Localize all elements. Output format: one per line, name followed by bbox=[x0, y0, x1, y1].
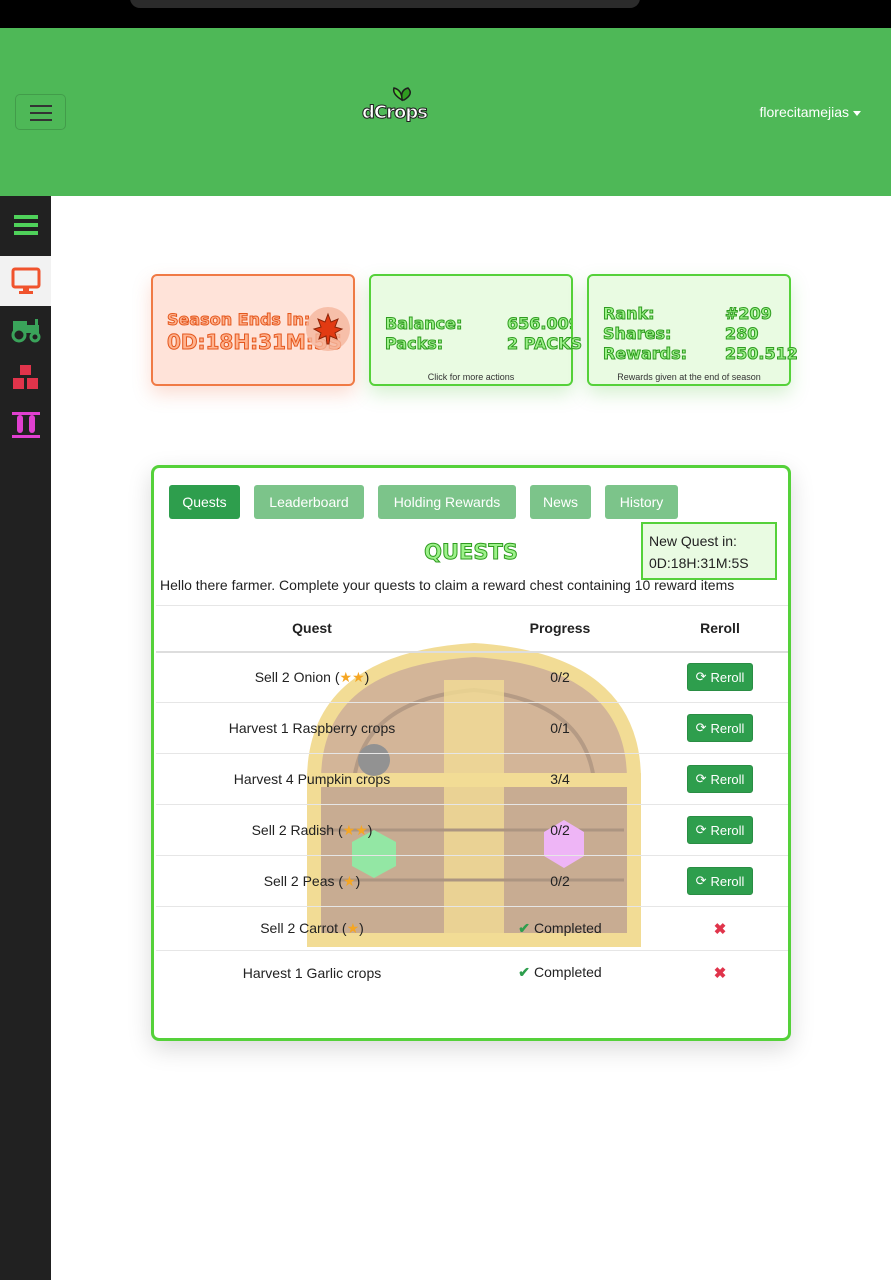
table-row: Harvest 1 Raspberry crops 0/1 ⟳ Reroll bbox=[156, 702, 788, 754]
refresh-icon: ⟳ bbox=[695, 771, 707, 786]
check-icon: ✔ bbox=[518, 920, 531, 936]
reroll-cell: ✖ bbox=[652, 906, 788, 951]
shares-label: Shares: bbox=[602, 324, 672, 344]
new-quest-countdown: 0D:18H:31M:5S bbox=[649, 555, 749, 571]
rewards-value: 250.512 bbox=[725, 344, 799, 364]
status-bar bbox=[0, 0, 891, 28]
browser-pill bbox=[130, 0, 640, 8]
logo-text: dCrops bbox=[362, 102, 429, 124]
balance-value: 656.009 CR bbox=[507, 314, 571, 333]
tab-leaderboard[interactable]: Leaderboard bbox=[254, 485, 364, 519]
reroll-button[interactable]: ⟳ Reroll bbox=[687, 765, 753, 793]
quest-cell: Sell 2 Radish (★★) bbox=[156, 804, 468, 856]
quest-cell: Harvest 1 Raspberry crops bbox=[156, 702, 468, 754]
sidebar-item-lab[interactable] bbox=[0, 400, 51, 450]
quests-panel: Quests Leaderboard Holding Rewards News … bbox=[151, 465, 791, 1041]
packs-label: Packs: bbox=[384, 334, 444, 354]
sidebar-item-menu[interactable] bbox=[0, 200, 51, 250]
quest-cell: Harvest 4 Pumpkin crops bbox=[156, 753, 468, 805]
table-row: Harvest 1 Garlic crops ✔ Completed ✖ bbox=[156, 951, 788, 995]
rewards-label: Rewards: bbox=[602, 344, 688, 364]
reroll-cell: ⟳ Reroll bbox=[652, 753, 788, 805]
table-row: Harvest 4 Pumpkin crops 3/4 ⟳ Reroll bbox=[156, 753, 788, 805]
tab-history[interactable]: History bbox=[605, 485, 678, 519]
rank-label: Rank: bbox=[603, 304, 656, 324]
sidebar-item-warehouse[interactable] bbox=[0, 352, 51, 402]
season-label: Season Ends In: bbox=[166, 310, 311, 330]
refresh-icon: ⟳ bbox=[695, 720, 707, 735]
balance-card[interactable]: Balance: 656.009 CR Packs: 2 PACKS Click… bbox=[369, 274, 583, 386]
logo[interactable]: dCrops bbox=[362, 86, 432, 128]
sidebar-item-dashboard[interactable] bbox=[0, 256, 51, 306]
reroll-cell: ✖ bbox=[652, 951, 788, 995]
reroll-button[interactable]: ⟳ Reroll bbox=[687, 714, 753, 742]
monitor-icon bbox=[11, 267, 40, 294]
balance-note: Click for more actions bbox=[427, 372, 515, 382]
refresh-icon: ⟳ bbox=[695, 873, 707, 888]
new-quest-label: New Quest in: bbox=[649, 533, 737, 549]
menu-toggle-button[interactable] bbox=[15, 94, 66, 130]
progress-cell: 0/1 bbox=[468, 702, 652, 754]
tractor-icon bbox=[11, 319, 40, 343]
reroll-button[interactable]: ⟳ Reroll bbox=[687, 663, 753, 692]
test-tubes-icon bbox=[11, 412, 40, 438]
reroll-cell: ⟳ Reroll bbox=[652, 651, 788, 703]
progress-cell: ✔ Completed bbox=[518, 964, 602, 981]
progress-cell: 0/2 bbox=[468, 804, 652, 856]
tab-news[interactable]: News bbox=[530, 485, 591, 519]
rank-card: Rank: #209 Shares: 280 Rewards: 250.512 … bbox=[587, 274, 798, 386]
reroll-button[interactable]: ⟳ Reroll bbox=[687, 816, 753, 844]
maple-leaf-icon bbox=[306, 307, 350, 351]
refresh-icon: ⟳ bbox=[695, 822, 707, 837]
navbar: dCrops florecitamejias bbox=[0, 28, 891, 196]
progress-cell: ✔ Completed bbox=[468, 906, 652, 951]
quest-cell: Harvest 1 Garlic crops bbox=[242, 964, 382, 981]
close-icon: ✖ bbox=[713, 920, 727, 938]
boxes-icon bbox=[12, 365, 38, 389]
progress-cell: 0/2 bbox=[468, 651, 652, 703]
table-row: Sell 2 Peas (★) 0/2 ⟳ Reroll bbox=[156, 855, 788, 907]
star-icon: ★★ bbox=[339, 668, 365, 685]
sidebar bbox=[0, 196, 51, 1280]
column-progress: Progress bbox=[468, 605, 652, 653]
table-row: Sell 2 Carrot (★) ✔ Completed ✖ bbox=[156, 906, 788, 951]
column-quest: Quest bbox=[156, 605, 468, 653]
close-icon: ✖ bbox=[713, 964, 727, 982]
quests-table: Quest Progress Reroll Sell 2 Onion (★★) … bbox=[156, 605, 788, 995]
tab-holding-rewards[interactable]: Holding Rewards bbox=[378, 485, 516, 519]
rewards-note: Rewards given at the end of season bbox=[617, 372, 761, 382]
progress-cell: 3/4 bbox=[468, 753, 652, 805]
shares-value: 280 bbox=[724, 324, 759, 344]
star-icon: ★ bbox=[346, 920, 360, 936]
reroll-button[interactable]: ⟳ Reroll bbox=[687, 867, 753, 895]
column-reroll: Reroll bbox=[652, 605, 788, 653]
table-header-row: Quest Progress Reroll bbox=[156, 605, 788, 653]
check-icon: ✔ bbox=[518, 964, 531, 981]
tab-quests[interactable]: Quests bbox=[169, 485, 240, 519]
reroll-cell: ⟳ Reroll bbox=[652, 804, 788, 856]
table-row: Sell 2 Radish (★★) 0/2 ⟳ Reroll bbox=[156, 804, 788, 856]
quest-cell: Sell 2 Peas (★) bbox=[156, 855, 468, 907]
season-card: Season Ends In: 0D:18H:31M:5S bbox=[151, 274, 355, 386]
star-icon: ★★ bbox=[342, 821, 368, 838]
rank-value: #209 bbox=[725, 304, 773, 324]
quest-cell: Sell 2 Onion (★★) bbox=[156, 651, 468, 703]
reroll-cell: ⟳ Reroll bbox=[652, 855, 788, 907]
packs-value: 2 PACKS bbox=[506, 334, 583, 354]
reroll-cell: ⟳ Reroll bbox=[652, 702, 788, 754]
refresh-icon: ⟳ bbox=[695, 669, 707, 685]
sidebar-item-farm[interactable] bbox=[0, 304, 51, 354]
user-dropdown[interactable]: florecitamejias bbox=[760, 104, 861, 120]
new-quest-tooltip: New Quest in: 0D:18H:31M:5S bbox=[641, 522, 777, 580]
quest-cell: Sell 2 Carrot (★) bbox=[156, 906, 468, 951]
progress-cell: 0/2 bbox=[468, 855, 652, 907]
table-row: Sell 2 Onion (★★) 0/2 ⟳ Reroll bbox=[156, 651, 788, 703]
balance-label: Balance: bbox=[384, 314, 463, 334]
menu-icon bbox=[13, 215, 38, 235]
star-icon: ★ bbox=[343, 872, 356, 889]
